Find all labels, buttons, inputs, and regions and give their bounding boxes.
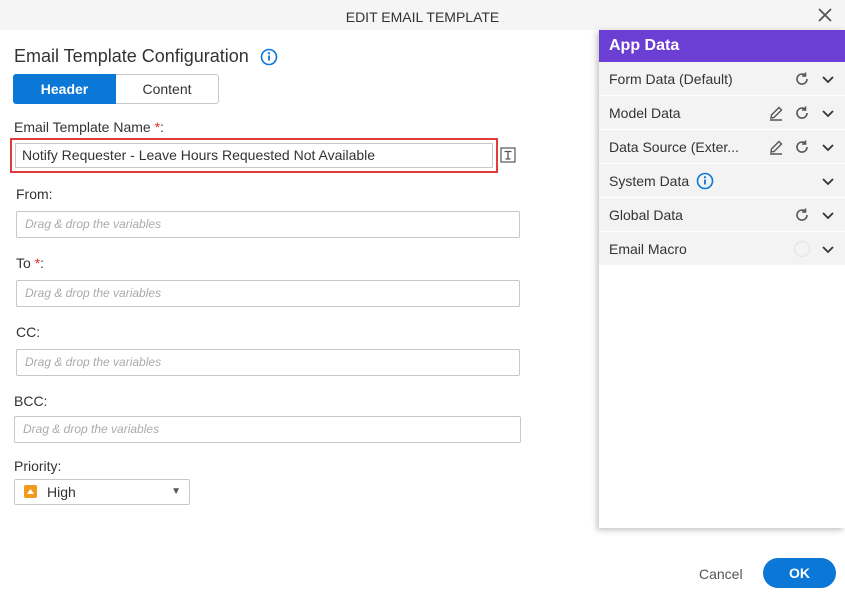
template-name-label: Email Template Name *:: [14, 119, 164, 135]
refresh-icon[interactable]: [793, 138, 811, 156]
from-input[interactable]: Drag & drop the variables: [16, 211, 520, 238]
bcc-label: BCC:: [14, 393, 48, 409]
app-data-item-form-data[interactable]: Form Data (Default): [599, 62, 845, 96]
dialog-titlebar: EDIT EMAIL TEMPLATE: [0, 0, 845, 30]
app-data-item-email-macro[interactable]: Email Macro: [599, 232, 845, 266]
template-name-highlight: Notify Requester - Leave Hours Requested…: [10, 138, 498, 173]
priority-select[interactable]: High ▼: [14, 479, 190, 505]
chevron-down-icon[interactable]: [819, 206, 837, 224]
to-label: To *:: [16, 255, 45, 271]
to-label-text: To: [16, 255, 31, 271]
chevron-down-icon[interactable]: [819, 240, 837, 258]
app-data-item-global-data[interactable]: Global Data: [599, 198, 845, 232]
from-label: From:: [16, 186, 53, 202]
tab-content[interactable]: Content: [116, 74, 219, 104]
template-name-input[interactable]: Notify Requester - Leave Hours Requested…: [15, 143, 493, 168]
info-icon[interactable]: [260, 48, 278, 66]
refresh-icon[interactable]: [793, 206, 811, 224]
priority-value: High: [47, 484, 76, 500]
edit-icon[interactable]: [767, 104, 785, 122]
chevron-down-icon[interactable]: [819, 138, 837, 156]
chevron-down-icon[interactable]: [819, 172, 837, 190]
cancel-button[interactable]: Cancel: [699, 566, 743, 582]
app-data-item-label: System Data: [609, 173, 690, 189]
app-data-item-data-source[interactable]: Data Source (Exter...: [599, 130, 845, 164]
chevron-down-icon[interactable]: [819, 104, 837, 122]
app-data-item-label: Email Macro: [609, 241, 687, 257]
insert-text-icon[interactable]: [500, 147, 516, 163]
ok-button[interactable]: OK: [763, 558, 836, 588]
section-title: Email Template Configuration: [14, 46, 278, 67]
info-icon[interactable]: [696, 172, 714, 190]
app-data-item-label: Data Source (Exter...: [609, 139, 739, 155]
tab-bar: Header Content: [13, 74, 219, 104]
info-icon[interactable]: [793, 240, 811, 258]
priority-label: Priority:: [14, 458, 62, 474]
section-title-text: Email Template Configuration: [14, 46, 249, 66]
dialog-title: EDIT EMAIL TEMPLATE: [345, 9, 500, 25]
app-data-item-label: Global Data: [609, 207, 683, 223]
to-input[interactable]: Drag & drop the variables: [16, 280, 520, 307]
tab-header[interactable]: Header: [13, 74, 116, 104]
app-data-item-label: Form Data (Default): [609, 71, 733, 87]
edit-icon[interactable]: [767, 138, 785, 156]
refresh-icon[interactable]: [793, 104, 811, 122]
cc-input[interactable]: Drag & drop the variables: [16, 349, 520, 376]
app-data-item-model-data[interactable]: Model Data: [599, 96, 845, 130]
template-name-label-text: Email Template Name: [14, 119, 151, 135]
chevron-down-icon[interactable]: [819, 70, 837, 88]
app-data-item-label: Model Data: [609, 105, 681, 121]
chevron-down-icon: ▼: [171, 486, 181, 497]
priority-high-icon: [24, 485, 37, 498]
refresh-icon[interactable]: [793, 70, 811, 88]
app-data-panel: App Data Form Data (Default) Model Data …: [599, 30, 845, 528]
app-data-title: App Data: [599, 30, 845, 62]
app-data-item-system-data[interactable]: System Data: [599, 164, 845, 198]
cc-label: CC:: [16, 324, 41, 340]
bcc-input[interactable]: Drag & drop the variables: [14, 416, 521, 443]
close-icon[interactable]: [815, 5, 835, 25]
